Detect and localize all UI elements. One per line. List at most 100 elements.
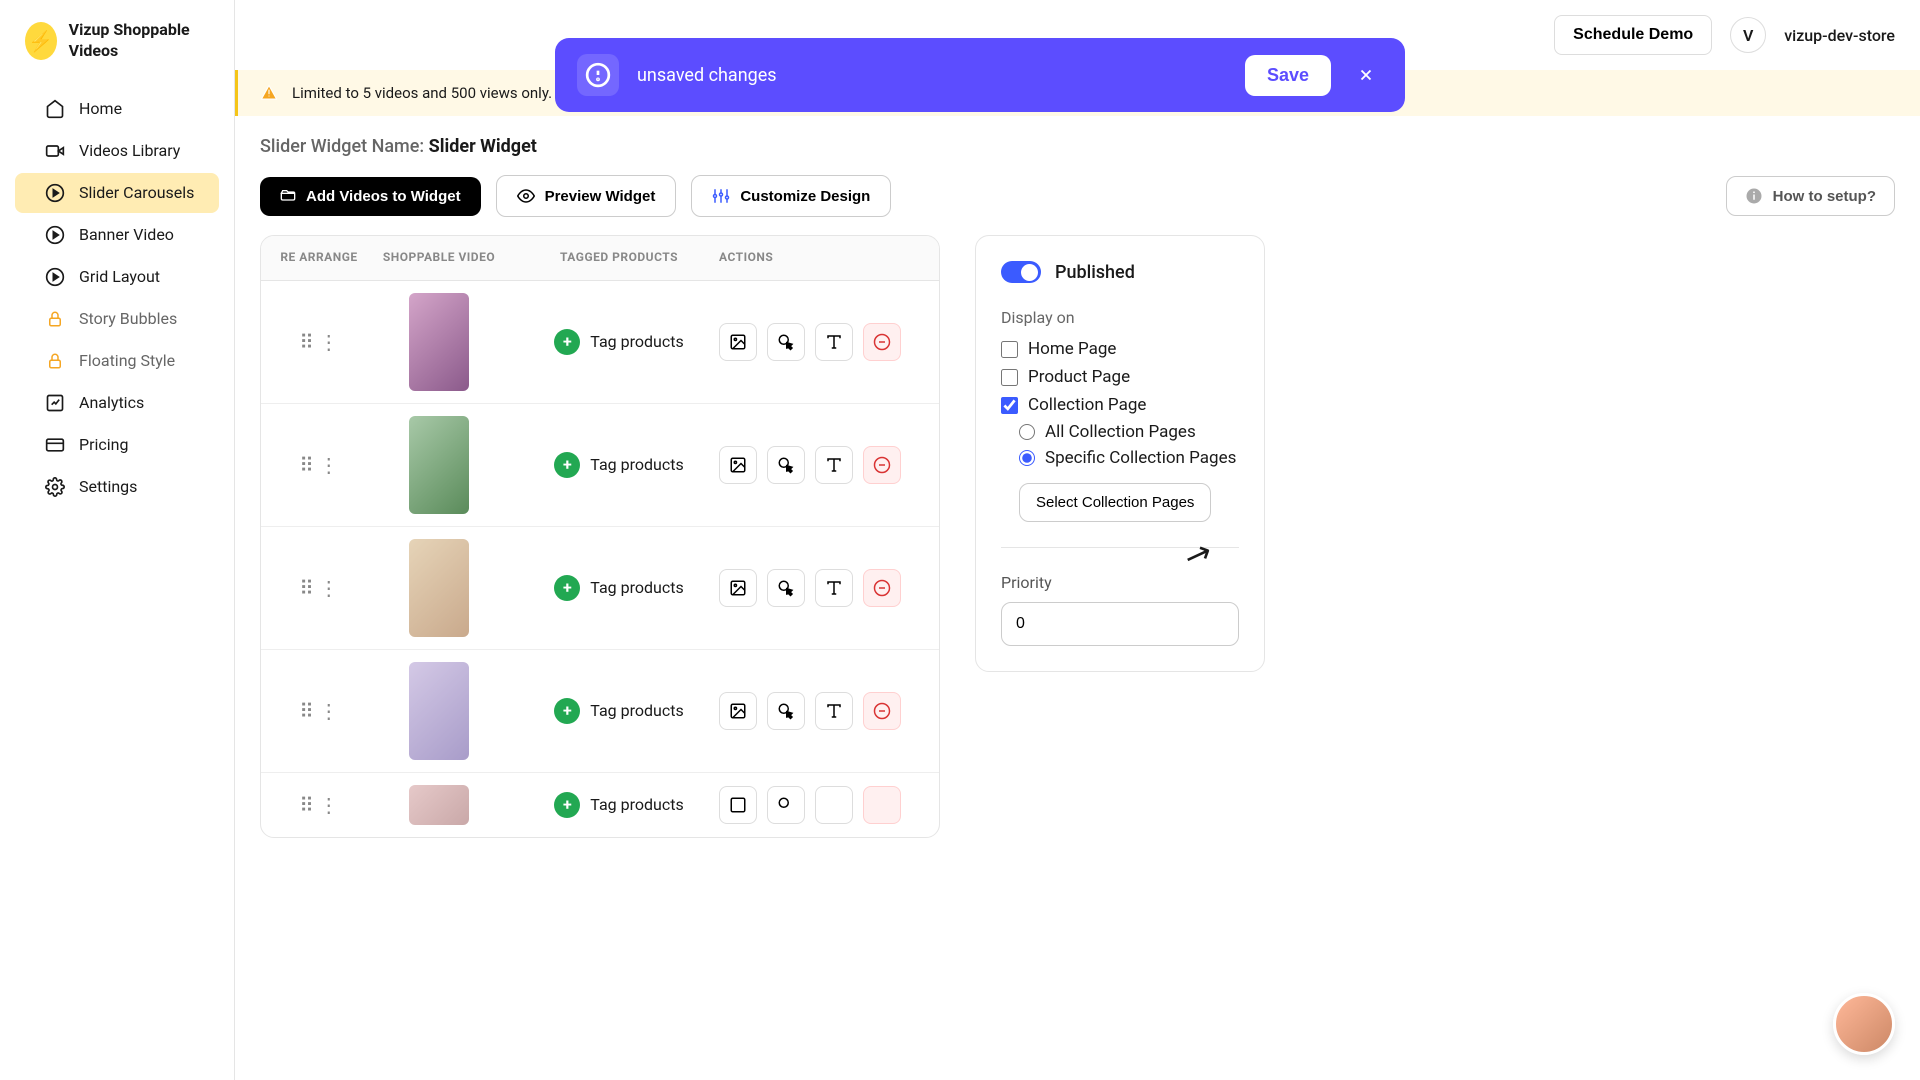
text-action-button[interactable] xyxy=(815,692,853,730)
support-chat-avatar[interactable] xyxy=(1833,993,1895,1055)
plus-icon: + xyxy=(554,575,580,601)
eye-icon xyxy=(517,187,535,205)
close-toast-button[interactable] xyxy=(1349,58,1383,92)
text-icon xyxy=(825,579,843,597)
schedule-demo-button[interactable]: Schedule Demo xyxy=(1554,15,1712,55)
text-action-button[interactable] xyxy=(815,569,853,607)
table-row: ⠿ ⋮ +Tag products xyxy=(261,404,939,527)
gear-icon xyxy=(45,477,65,497)
alert-circle-icon xyxy=(577,54,619,96)
sidebar: ⚡ Vizup Shoppable Videos Home Videos Lib… xyxy=(0,0,235,1080)
remove-icon xyxy=(873,796,891,814)
sidebar-item-floating-style[interactable]: Floating Style xyxy=(15,341,219,381)
video-thumbnail[interactable] xyxy=(359,785,519,825)
home-page-checkbox[interactable]: Home Page xyxy=(1001,335,1239,363)
cta-action-button[interactable] xyxy=(767,446,805,484)
image-icon xyxy=(729,702,747,720)
video-thumbnail[interactable] xyxy=(359,662,519,760)
play-circle-icon xyxy=(45,267,65,287)
pointer-icon xyxy=(777,702,795,720)
play-circle-icon xyxy=(45,183,65,203)
column-header-actions: ACTIONS xyxy=(719,250,921,266)
text-action-button[interactable] xyxy=(815,446,853,484)
video-thumbnail[interactable] xyxy=(359,539,519,637)
tag-products-button[interactable]: +Tag products xyxy=(519,792,719,818)
drag-handle[interactable]: ⠿ ⋮ xyxy=(279,576,359,600)
text-icon xyxy=(825,456,843,474)
store-name: vizup-dev-store xyxy=(1784,26,1895,45)
drag-handle[interactable]: ⠿ ⋮ xyxy=(279,793,359,817)
collection-page-checkbox[interactable]: Collection Page xyxy=(1001,391,1239,419)
drag-handle[interactable]: ⠿ ⋮ xyxy=(279,453,359,477)
image-action-button[interactable] xyxy=(719,786,757,824)
drag-handle[interactable]: ⠿ ⋮ xyxy=(279,330,359,354)
analytics-icon xyxy=(45,393,65,413)
sidebar-item-label: Slider Carousels xyxy=(79,183,194,202)
specific-collection-radio[interactable]: Specific Collection Pages xyxy=(1019,445,1239,471)
tag-products-button[interactable]: +Tag products xyxy=(519,698,719,724)
select-collection-pages-button[interactable]: Select Collection Pages xyxy=(1019,483,1211,522)
text-icon xyxy=(825,796,843,814)
close-icon xyxy=(1357,66,1375,84)
sidebar-item-analytics[interactable]: Analytics xyxy=(15,383,219,423)
sidebar-item-slider-carousels[interactable]: Slider Carousels xyxy=(15,173,219,213)
video-thumbnail[interactable] xyxy=(359,416,519,514)
delete-action-button[interactable] xyxy=(863,446,901,484)
sidebar-item-label: Grid Layout xyxy=(79,267,160,286)
logo-badge-icon: ⚡ xyxy=(25,22,57,60)
cta-action-button[interactable] xyxy=(767,323,805,361)
remove-icon xyxy=(873,456,891,474)
text-action-button[interactable] xyxy=(815,323,853,361)
save-button[interactable]: Save xyxy=(1245,55,1331,96)
sidebar-item-videos-library[interactable]: Videos Library xyxy=(15,131,219,171)
user-avatar-initial[interactable]: V xyxy=(1730,17,1766,53)
card-icon xyxy=(45,435,65,455)
delete-action-button[interactable] xyxy=(863,692,901,730)
remove-icon xyxy=(873,333,891,351)
tag-products-button[interactable]: +Tag products xyxy=(519,452,719,478)
delete-action-button[interactable] xyxy=(863,323,901,361)
pointer-icon xyxy=(777,796,795,814)
image-action-button[interactable] xyxy=(719,569,757,607)
text-icon xyxy=(825,333,843,351)
customize-design-button[interactable]: Customize Design xyxy=(691,175,891,217)
image-action-button[interactable] xyxy=(719,446,757,484)
priority-input[interactable] xyxy=(1001,602,1239,646)
text-action-button[interactable] xyxy=(815,786,853,824)
image-action-button[interactable] xyxy=(719,692,757,730)
how-to-setup-button[interactable]: How to setup? xyxy=(1726,176,1895,216)
cta-action-button[interactable] xyxy=(767,569,805,607)
delete-action-button[interactable] xyxy=(863,569,901,607)
product-page-checkbox[interactable]: Product Page xyxy=(1001,363,1239,391)
pointer-icon xyxy=(777,579,795,597)
all-collection-radio[interactable]: All Collection Pages xyxy=(1019,419,1239,445)
sidebar-item-settings[interactable]: Settings xyxy=(15,467,219,507)
tag-products-button[interactable]: +Tag products xyxy=(519,329,719,355)
video-thumbnail[interactable] xyxy=(359,293,519,391)
sidebar-item-label: Videos Library xyxy=(79,141,180,160)
table-row: ⠿ ⋮ +Tag products xyxy=(261,527,939,650)
sidebar-item-grid-layout[interactable]: Grid Layout xyxy=(15,257,219,297)
add-videos-button[interactable]: Add Videos to Widget xyxy=(260,177,481,216)
remove-icon xyxy=(873,702,891,720)
unsaved-changes-toast: unsaved changes Save xyxy=(555,38,1405,112)
published-toggle[interactable] xyxy=(1001,261,1041,283)
cta-action-button[interactable] xyxy=(767,786,805,824)
plus-icon: + xyxy=(554,452,580,478)
drag-handle[interactable]: ⠿ ⋮ xyxy=(279,699,359,723)
settings-panel: Published Display on Home Page Product P… xyxy=(975,235,1265,672)
folder-icon xyxy=(280,188,296,204)
sidebar-item-pricing[interactable]: Pricing xyxy=(15,425,219,465)
sidebar-item-label: Banner Video xyxy=(79,225,174,244)
main-content: Schedule Demo V vizup-dev-store unsaved … xyxy=(235,0,1920,1080)
tag-products-button[interactable]: +Tag products xyxy=(519,575,719,601)
sidebar-item-story-bubbles[interactable]: Story Bubbles xyxy=(15,299,219,339)
preview-widget-button[interactable]: Preview Widget xyxy=(496,175,677,217)
toast-message: unsaved changes xyxy=(637,65,1227,86)
cta-action-button[interactable] xyxy=(767,692,805,730)
sidebar-item-banner-video[interactable]: Banner Video xyxy=(15,215,219,255)
image-icon xyxy=(729,796,747,814)
sidebar-item-home[interactable]: Home xyxy=(15,89,219,129)
delete-action-button[interactable] xyxy=(863,786,901,824)
image-action-button[interactable] xyxy=(719,323,757,361)
